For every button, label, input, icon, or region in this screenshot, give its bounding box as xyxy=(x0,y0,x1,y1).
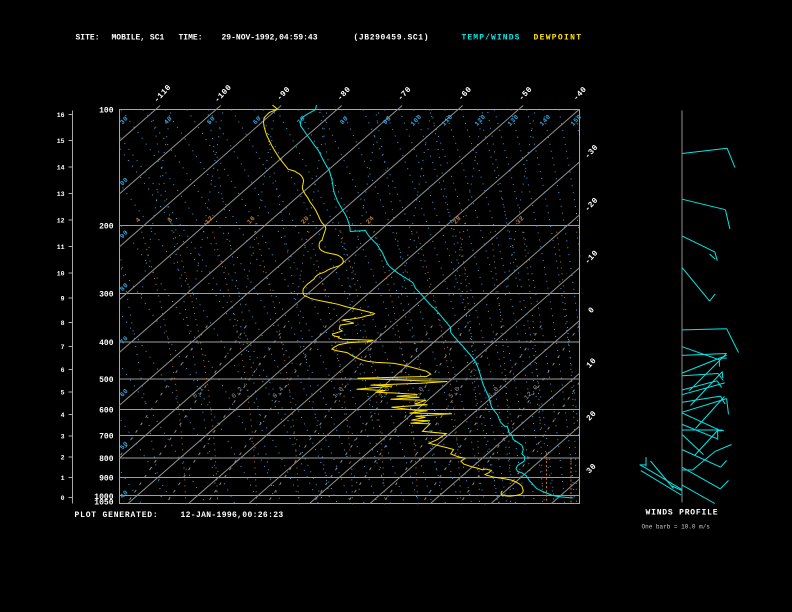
svg-text:200: 200 xyxy=(99,223,114,232)
svg-text:400: 400 xyxy=(99,339,114,348)
svg-text:500: 500 xyxy=(99,376,114,385)
svg-text:8: 8 xyxy=(61,320,65,327)
svg-text:1050: 1050 xyxy=(94,498,113,507)
svg-text:16: 16 xyxy=(57,112,65,119)
svg-text:700: 700 xyxy=(99,433,114,442)
svg-text:One barb = 10.0 m/s: One barb = 10.0 m/s xyxy=(642,524,711,531)
svg-text:0: 0 xyxy=(61,495,65,502)
svg-text:6: 6 xyxy=(61,367,65,374)
svg-text:WINDS PROFILE: WINDS PROFILE xyxy=(646,509,719,518)
svg-text:300: 300 xyxy=(99,291,114,300)
svg-text:29-NOV-1992,04:59:43: 29-NOV-1992,04:59:43 xyxy=(222,34,318,43)
svg-text:(JB290459.SC1): (JB290459.SC1) xyxy=(354,34,430,43)
svg-text:12-JAN-1996,00:26:23: 12-JAN-1996,00:26:23 xyxy=(181,511,284,520)
svg-text:DEWPOINT: DEWPOINT xyxy=(534,34,583,43)
svg-text:900: 900 xyxy=(99,475,114,484)
svg-text:14: 14 xyxy=(57,165,65,172)
svg-text:MOBILE, SC1: MOBILE, SC1 xyxy=(112,34,165,43)
svg-text:PLOT GENERATED:: PLOT GENERATED: xyxy=(75,511,159,520)
svg-text:SITE:: SITE: xyxy=(76,34,100,43)
svg-text:13: 13 xyxy=(57,191,65,198)
svg-text:11: 11 xyxy=(57,244,65,251)
svg-text:4: 4 xyxy=(61,412,65,419)
svg-text:800: 800 xyxy=(99,455,114,464)
svg-text:5: 5 xyxy=(61,390,65,397)
svg-text:15: 15 xyxy=(57,138,65,145)
svg-text:12: 12 xyxy=(57,217,65,224)
svg-text:600: 600 xyxy=(99,407,114,416)
svg-text:2: 2 xyxy=(61,454,65,461)
svg-text:TIME:: TIME: xyxy=(179,34,203,43)
svg-text:9: 9 xyxy=(61,296,65,303)
svg-text:TEMP/WINDS: TEMP/WINDS xyxy=(462,34,521,43)
svg-text:7: 7 xyxy=(61,344,65,351)
svg-text:10: 10 xyxy=(57,270,65,277)
svg-text:100: 100 xyxy=(99,107,114,116)
svg-text:3: 3 xyxy=(61,433,65,440)
svg-text:1: 1 xyxy=(61,475,65,482)
